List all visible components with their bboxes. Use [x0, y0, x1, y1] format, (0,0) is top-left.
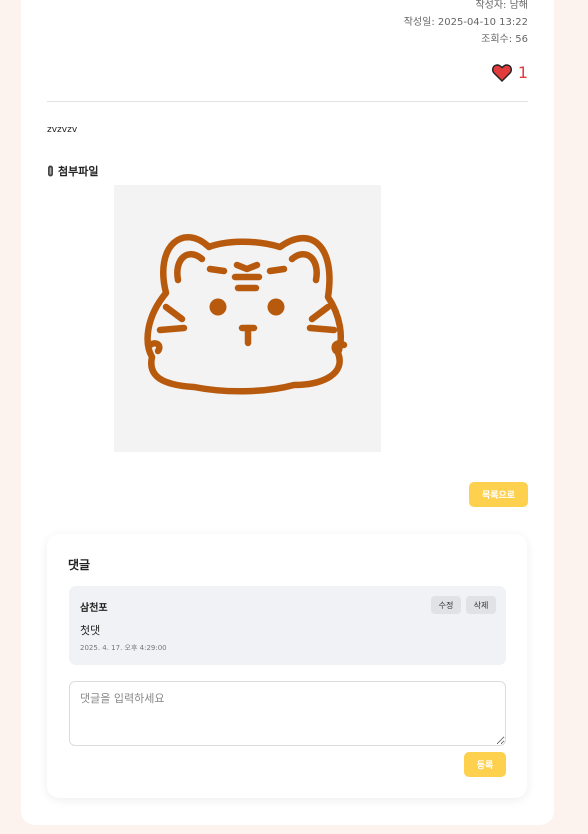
comment-submit-button[interactable]: 등록: [464, 752, 506, 777]
paperclip-icon: [48, 165, 53, 177]
comments-title: 댓글: [68, 558, 91, 572]
post-meta: 작성자: 남해 작성일: 2025-04-10 13:22 조회수: 56: [404, 0, 528, 48]
comment-delete-button[interactable]: 삭제: [466, 596, 496, 614]
attachment-image[interactable]: [114, 185, 381, 452]
comments-section: 댓글 삼천포 수정 삭제 첫댓 2025. 4. 17. 오후 4:29:00 …: [47, 534, 527, 798]
post-content: zvzvzv: [47, 125, 78, 135]
comment-text: 첫댓: [80, 624, 101, 637]
comment-author: 삼천포: [80, 603, 108, 614]
back-to-list-button[interactable]: 목록으로: [469, 482, 528, 507]
divider: [47, 101, 528, 102]
like-area[interactable]: 1: [491, 63, 528, 82]
attachment-heading: 첨부파일: [47, 163, 98, 179]
post-author: 작성자: 남해: [475, 0, 528, 11]
heart-icon[interactable]: [491, 63, 512, 82]
like-count: 1: [517, 63, 528, 82]
comment-item: 삼천포 수정 삭제 첫댓 2025. 4. 17. 오후 4:29:00: [69, 586, 506, 665]
post-date: 작성일: 2025-04-10 13:22: [403, 17, 528, 28]
tiger-image: [144, 234, 348, 395]
comment-date: 2025. 4. 17. 오후 4:29:00: [80, 644, 167, 652]
attachment-title: 첨부파일: [58, 165, 99, 178]
post-views: 조회수: 56: [481, 34, 528, 45]
comment-input[interactable]: [69, 681, 506, 746]
comment-edit-button[interactable]: 수정: [431, 596, 461, 614]
